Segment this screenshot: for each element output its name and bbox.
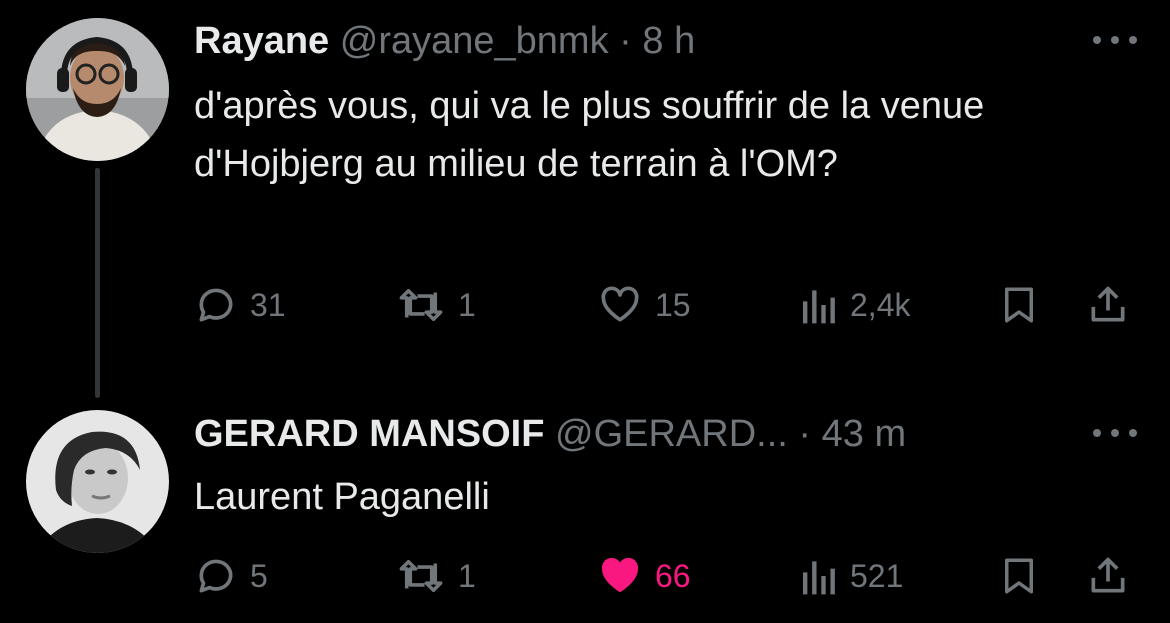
share-button[interactable] — [1086, 551, 1130, 601]
retweet-icon — [396, 554, 446, 598]
avatar[interactable] — [26, 410, 169, 553]
retweet-button[interactable]: 1 — [396, 280, 476, 330]
tweet-actions: 5 1 66 521 — [0, 551, 1170, 601]
bookmark-icon — [998, 554, 1040, 598]
more-icon[interactable] — [1093, 30, 1137, 50]
author-handle[interactable]: @GERARD... — [555, 413, 788, 455]
timestamp[interactable]: 43 m — [822, 413, 906, 455]
author-handle[interactable]: @rayane_bnmk — [340, 20, 609, 62]
reply-icon — [194, 554, 238, 598]
tweet-header: GERARD MANSOIF @GERARD... · 43 m — [194, 412, 906, 456]
tweet-1[interactable]: Rayane @rayane_bnmk · 8 h d'après vous, … — [0, 0, 1170, 380]
tweet-header: Rayane @rayane_bnmk · 8 h — [194, 19, 695, 63]
reply-count: 31 — [250, 286, 286, 323]
separator: · — [798, 413, 812, 455]
retweet-button[interactable]: 1 — [396, 551, 476, 601]
timestamp[interactable]: 8 h — [642, 20, 695, 62]
like-count: 66 — [655, 557, 691, 594]
author-name[interactable]: Rayane — [194, 20, 329, 62]
like-button[interactable]: 15 — [597, 280, 691, 330]
bookmark-button[interactable] — [998, 280, 1040, 330]
reply-icon — [194, 283, 238, 327]
like-count: 15 — [655, 286, 691, 323]
tweet-actions: 31 1 15 2,4k — [0, 280, 1170, 330]
reply-button[interactable]: 5 — [194, 551, 268, 601]
separator: · — [619, 20, 632, 62]
retweet-count: 1 — [458, 557, 476, 594]
tweet-text: Laurent Paganelli — [194, 476, 490, 518]
bookmark-icon — [998, 283, 1040, 327]
views-button[interactable]: 2,4k — [798, 280, 910, 330]
views-count: 2,4k — [850, 286, 911, 323]
more-icon[interactable] — [1093, 423, 1137, 443]
retweet-count: 1 — [458, 286, 476, 323]
retweet-icon — [396, 283, 446, 327]
heart-icon — [597, 283, 643, 327]
share-icon — [1086, 283, 1130, 327]
tweet-text: d'après vous, qui va le plus souffrir de… — [194, 85, 985, 185]
share-icon — [1086, 554, 1130, 598]
views-count: 521 — [850, 557, 904, 594]
like-button[interactable]: 66 — [597, 551, 691, 601]
reply-button[interactable]: 31 — [194, 280, 286, 330]
author-name[interactable]: GERARD MANSOIF — [194, 413, 544, 455]
reply-count: 5 — [250, 557, 268, 594]
views-button[interactable]: 521 — [798, 551, 903, 601]
bookmark-button[interactable] — [998, 551, 1040, 601]
avatar[interactable] — [26, 18, 169, 161]
share-button[interactable] — [1086, 280, 1130, 330]
views-icon — [798, 554, 838, 598]
heart-icon — [597, 554, 643, 598]
tweet-2[interactable]: GERARD MANSOIF @GERARD... · 43 m Laurent… — [0, 380, 1170, 623]
views-icon — [798, 283, 838, 327]
